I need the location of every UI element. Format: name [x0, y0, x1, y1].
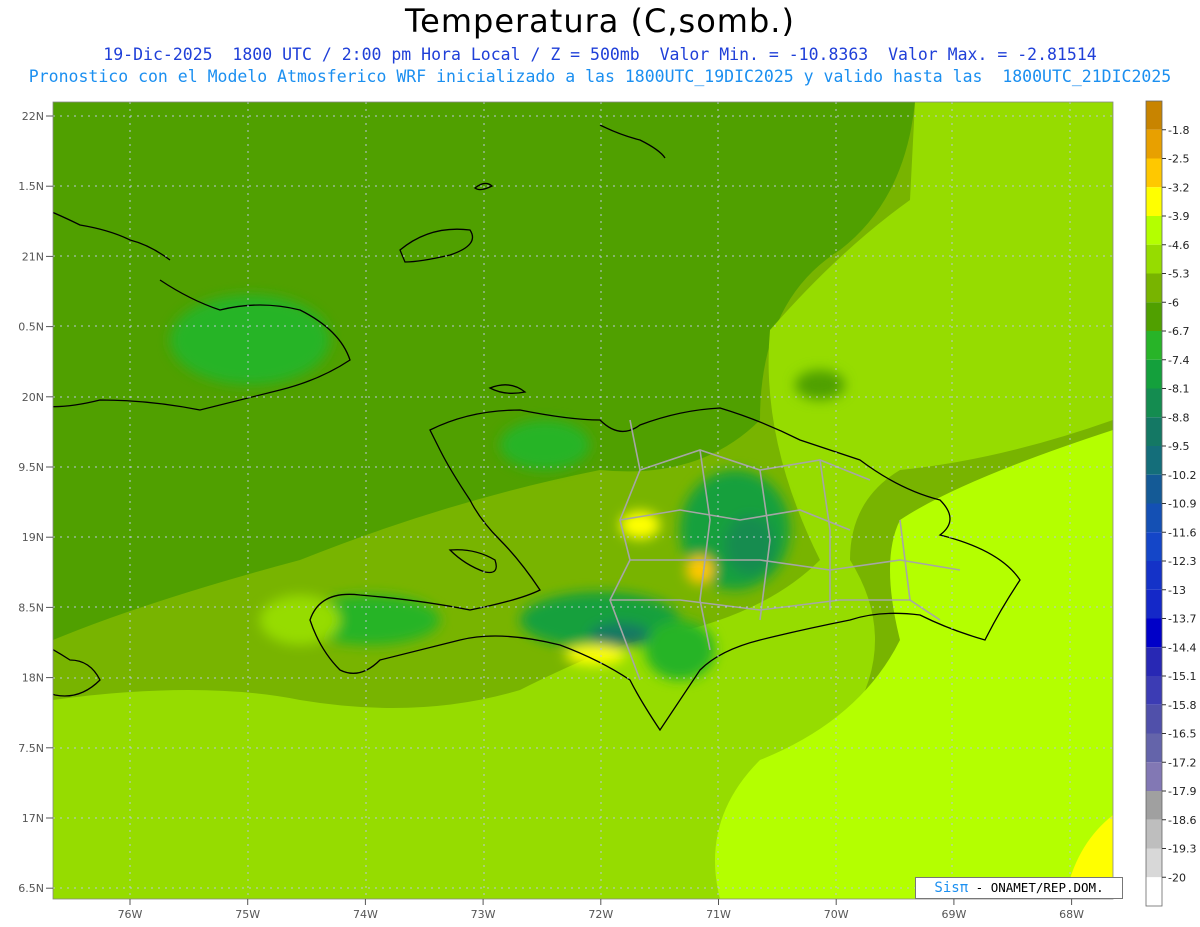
colorbar-label: -8.1 — [1168, 383, 1189, 396]
colorbar-swatch — [1146, 244, 1162, 274]
y-tick-label: 20N — [22, 391, 44, 404]
colorbar-label: -17.2 — [1168, 756, 1196, 769]
colorbar-swatch — [1146, 762, 1162, 791]
colorbar-label: -3.2 — [1168, 181, 1189, 194]
y-tick-label: 9.5N — [18, 461, 44, 474]
x-tick-label: 74W — [353, 908, 378, 921]
colorbar-swatch — [1146, 704, 1162, 734]
colorbar-label: -18.6 — [1168, 814, 1196, 827]
temperature-field — [53, 102, 1113, 899]
colorbar-swatch — [1146, 733, 1162, 763]
colorbar-swatch — [1146, 474, 1162, 504]
colorbar-swatch — [1146, 446, 1162, 475]
colorbar-swatch — [1146, 417, 1162, 446]
y-tick-label: 1.5N — [18, 180, 44, 193]
colorbar-label: -13 — [1168, 584, 1186, 597]
colorbar-label: -3.9 — [1168, 210, 1189, 223]
colorbar-swatch — [1146, 273, 1162, 303]
colorbar-swatch — [1146, 331, 1162, 360]
colorbar-swatch — [1146, 819, 1162, 849]
x-tick-label: 68W — [1059, 908, 1084, 921]
colorbar-label: -14.4 — [1168, 641, 1196, 654]
y-tick-label: 7.5N — [18, 742, 44, 755]
x-tick-label: 69W — [941, 908, 966, 921]
colorbar-swatch — [1146, 503, 1162, 533]
colorbar-label: -13.7 — [1168, 613, 1196, 626]
colorbar: -1.8 -2.5 -3.2 -3.9 -4.6 -5.3 -6 -6.7 -7.4 -8.1 -8… — [1145, 100, 1196, 907]
credit-org: - ONAMET/REP.DOM. — [975, 880, 1104, 895]
y-tick-label: 17N — [22, 812, 44, 825]
colorbar-swatch — [1146, 848, 1162, 878]
colorbar-swatch — [1146, 187, 1162, 216]
colorbar-swatch — [1146, 101, 1162, 130]
x-axis: 76W 75W 74W 73W 72W 71W 70W 69W 68W — [118, 899, 1084, 921]
credit-box: Sisπ - ONAMET/REP.DOM. — [915, 877, 1123, 899]
y-tick-label: 8.5N — [18, 601, 44, 614]
colorbar-label: -7.4 — [1168, 354, 1189, 367]
x-tick-label: 76W — [118, 908, 143, 921]
colorbar-swatch — [1146, 676, 1162, 705]
colorbar-label: -6.7 — [1168, 325, 1189, 338]
colorbar-label: -19.3 — [1168, 843, 1196, 856]
temperature-map: 22N 1.5N 21N 0.5N 20N 9.5N 19N 8.5N 18N 7.5N 17N 6.… — [18, 100, 1196, 921]
colorbar-swatch — [1146, 129, 1162, 159]
y-tick-label: 6.5N — [18, 882, 44, 895]
colorbar-label: -6 — [1168, 296, 1179, 309]
colorbar-swatch — [1146, 561, 1162, 590]
colorbar-swatch — [1146, 302, 1162, 331]
colorbar-swatch — [1146, 388, 1162, 418]
colorbar-label: -12.3 — [1168, 555, 1196, 568]
colorbar-label: -4.6 — [1168, 239, 1189, 252]
colorbar-label: -10.9 — [1168, 498, 1196, 511]
y-tick-label: 18N — [22, 672, 44, 685]
colorbar-swatch — [1146, 791, 1162, 820]
colorbar-label: -20 — [1168, 871, 1186, 884]
x-tick-label: 72W — [588, 908, 613, 921]
x-tick-label: 73W — [471, 908, 496, 921]
colorbar-swatch — [1146, 158, 1162, 188]
colorbar-label: -8.8 — [1168, 411, 1189, 424]
colorbar-label: -16.5 — [1168, 728, 1196, 741]
colorbar-label: -11.6 — [1168, 526, 1196, 539]
x-tick-label: 75W — [235, 908, 260, 921]
y-tick-label: 19N — [22, 531, 44, 544]
y-tick-label: 0.5N — [18, 321, 44, 334]
colorbar-label: -15.1 — [1168, 670, 1196, 683]
colorbar-label: -10.2 — [1168, 469, 1196, 482]
colorbar-label: -15.8 — [1168, 699, 1196, 712]
y-tick-label: 22N — [22, 110, 44, 123]
colorbar-label: -9.5 — [1168, 440, 1189, 453]
y-axis: 22N 1.5N 21N 0.5N 20N 9.5N 19N 8.5N 18N 7.5N 17N 6.… — [18, 110, 53, 895]
colorbar-swatch — [1146, 618, 1162, 648]
colorbar-label: -2.5 — [1168, 153, 1189, 166]
y-tick-label: 21N — [22, 250, 44, 263]
colorbar-swatch — [1146, 589, 1162, 619]
colorbar-swatch — [1146, 216, 1162, 245]
colorbar-swatch — [1146, 877, 1162, 906]
colorbar-swatch — [1146, 359, 1162, 389]
colorbar-label: -1.8 — [1168, 124, 1189, 137]
colorbar-label: -5.3 — [1168, 268, 1189, 281]
colorbar-swatch — [1146, 647, 1162, 676]
colorbar-swatch — [1146, 532, 1162, 561]
x-tick-label: 71W — [706, 908, 731, 921]
colorbar-label: -17.9 — [1168, 785, 1196, 798]
sispi-logo: Sisπ — [934, 880, 969, 896]
x-tick-label: 70W — [824, 908, 849, 921]
